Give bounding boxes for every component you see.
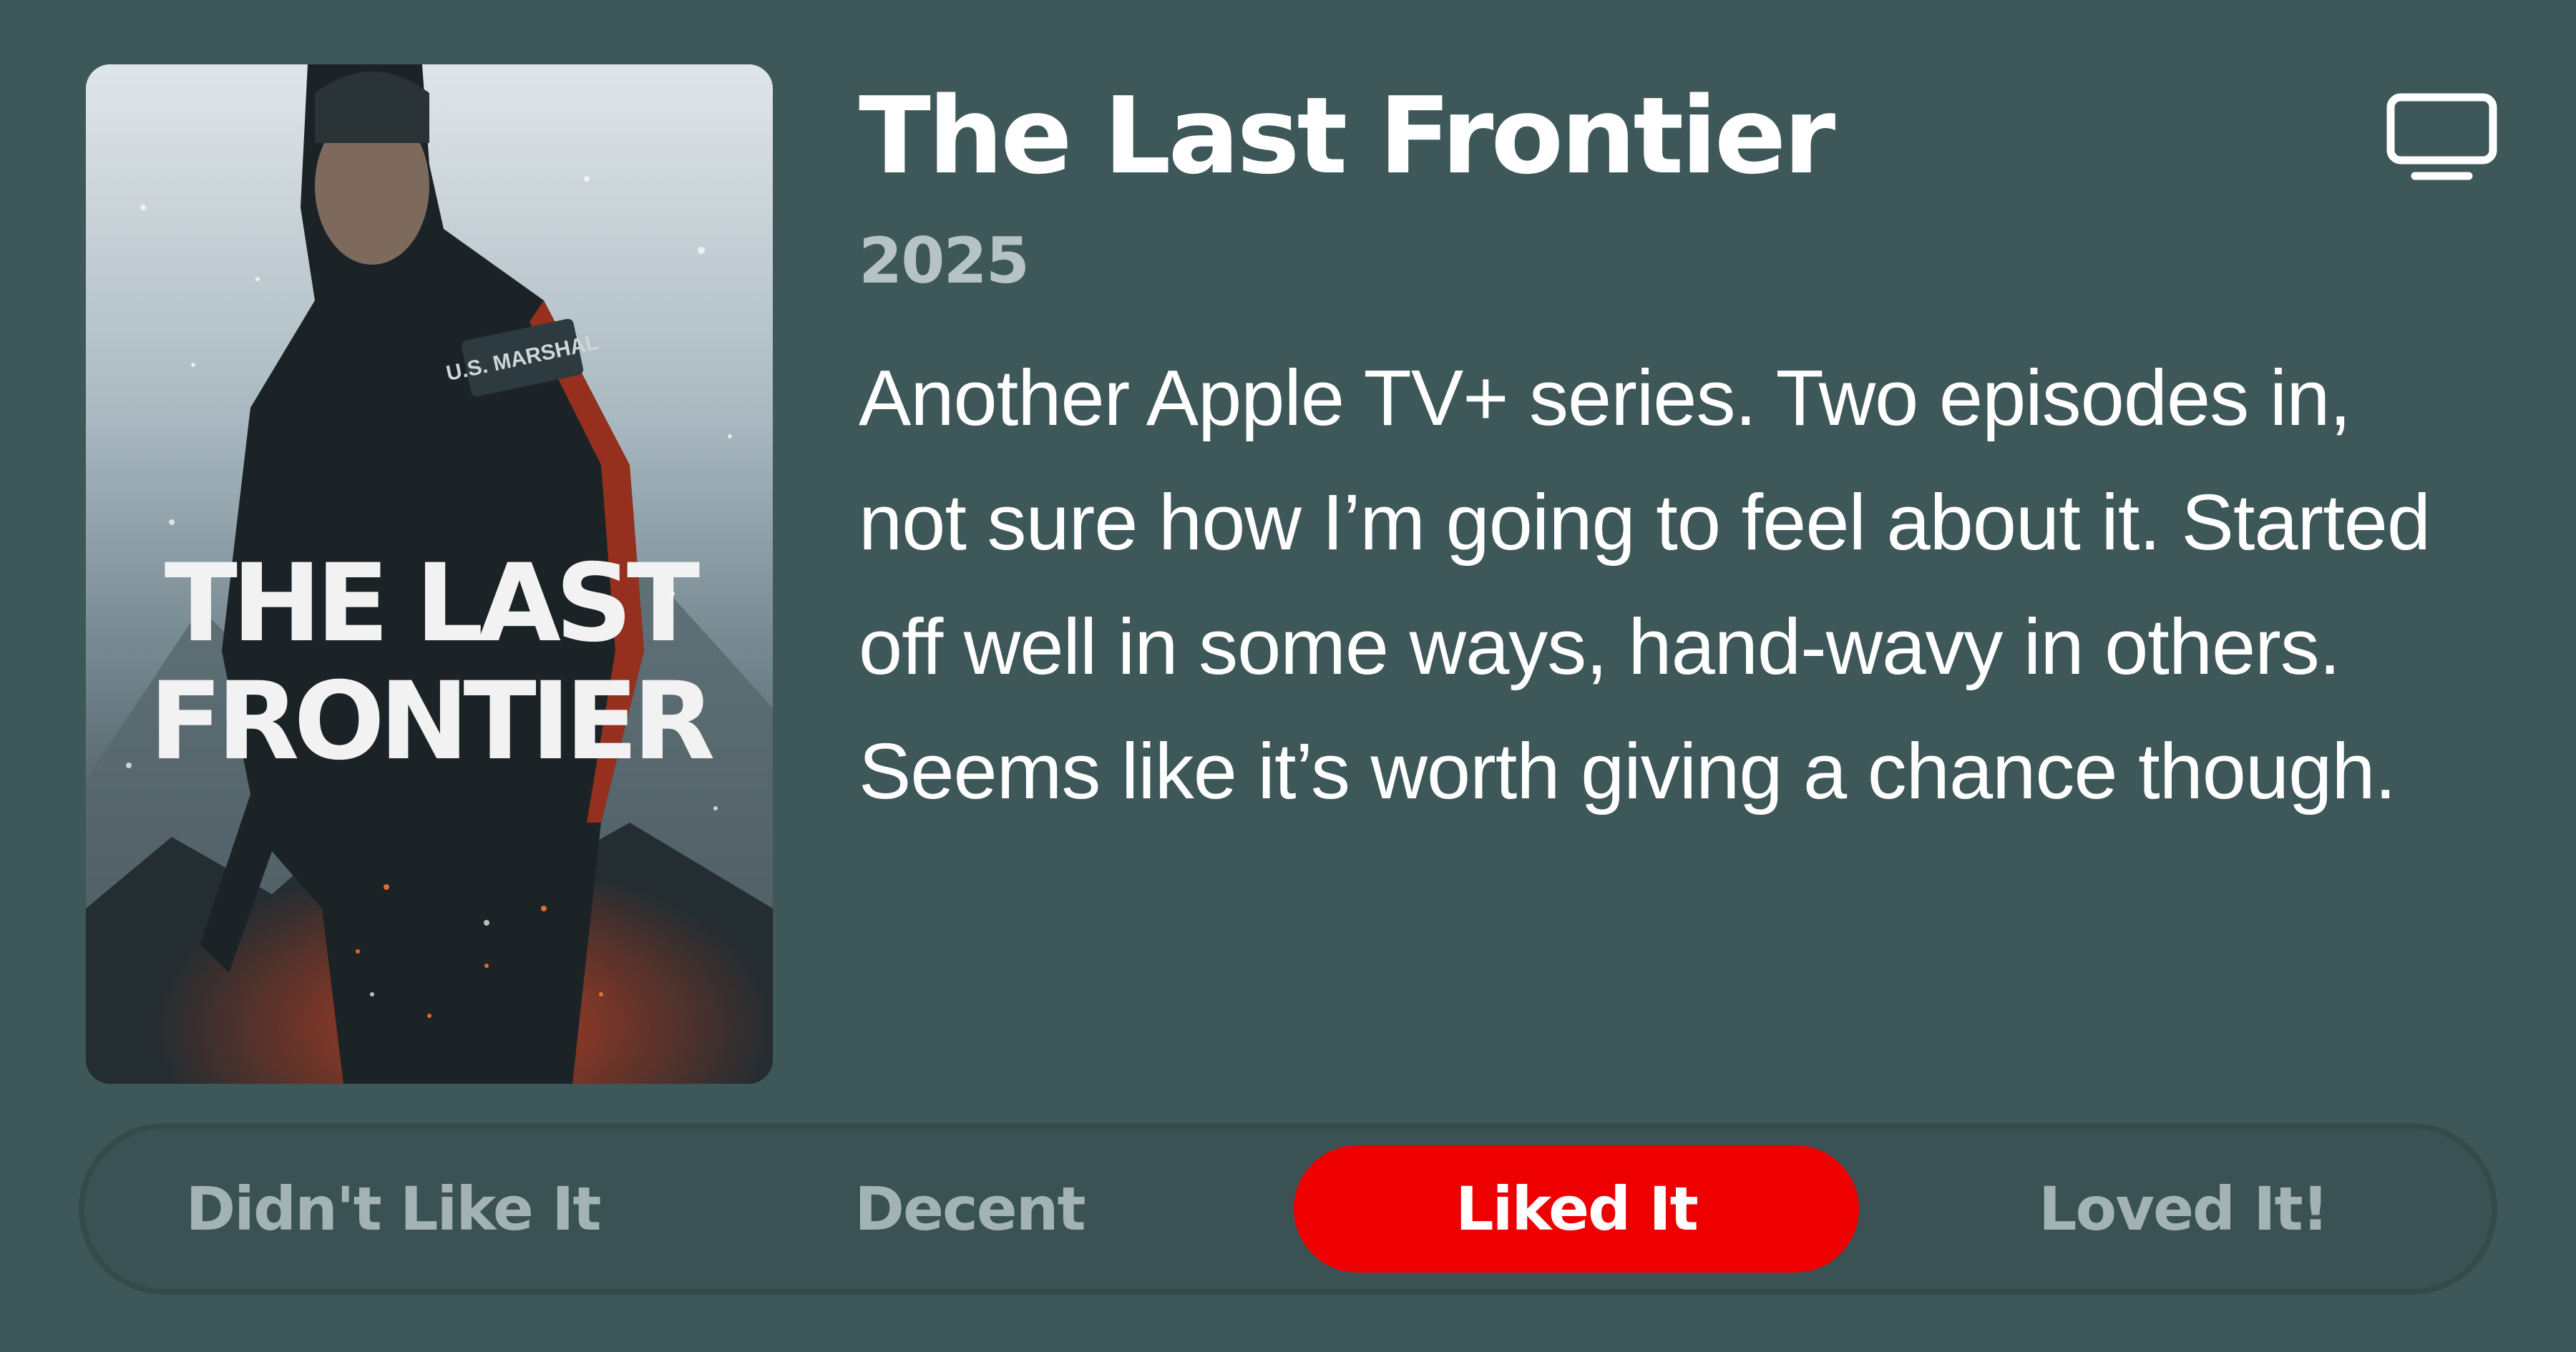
poster-title-line1: THE LAST [165,542,700,666]
tv-icon [2386,93,2497,180]
show-title: The Last Frontier [859,74,1835,197]
show-poster[interactable]: U.S. MARSHAL THE LAST FRONTIER [86,64,773,1084]
rating-option-didnt-like-it[interactable]: Didn't Like It [104,1145,681,1273]
rating-option-liked-it[interactable]: Liked It [1294,1145,1859,1273]
show-year: 2025 [859,224,1030,298]
rating-selector: Didn't Like It Decent Liked It Loved It! [79,1123,2497,1295]
rating-option-decent[interactable]: Decent [681,1145,1258,1273]
rating-option-loved-it[interactable]: Loved It! [1895,1145,2472,1273]
poster-title-line2: FRONTIER [149,660,713,784]
poster-artwork: U.S. MARSHAL THE LAST FRONTIER [86,64,773,1084]
review-text: Another Apple TV+ series. Two episodes i… [859,354,2431,815]
